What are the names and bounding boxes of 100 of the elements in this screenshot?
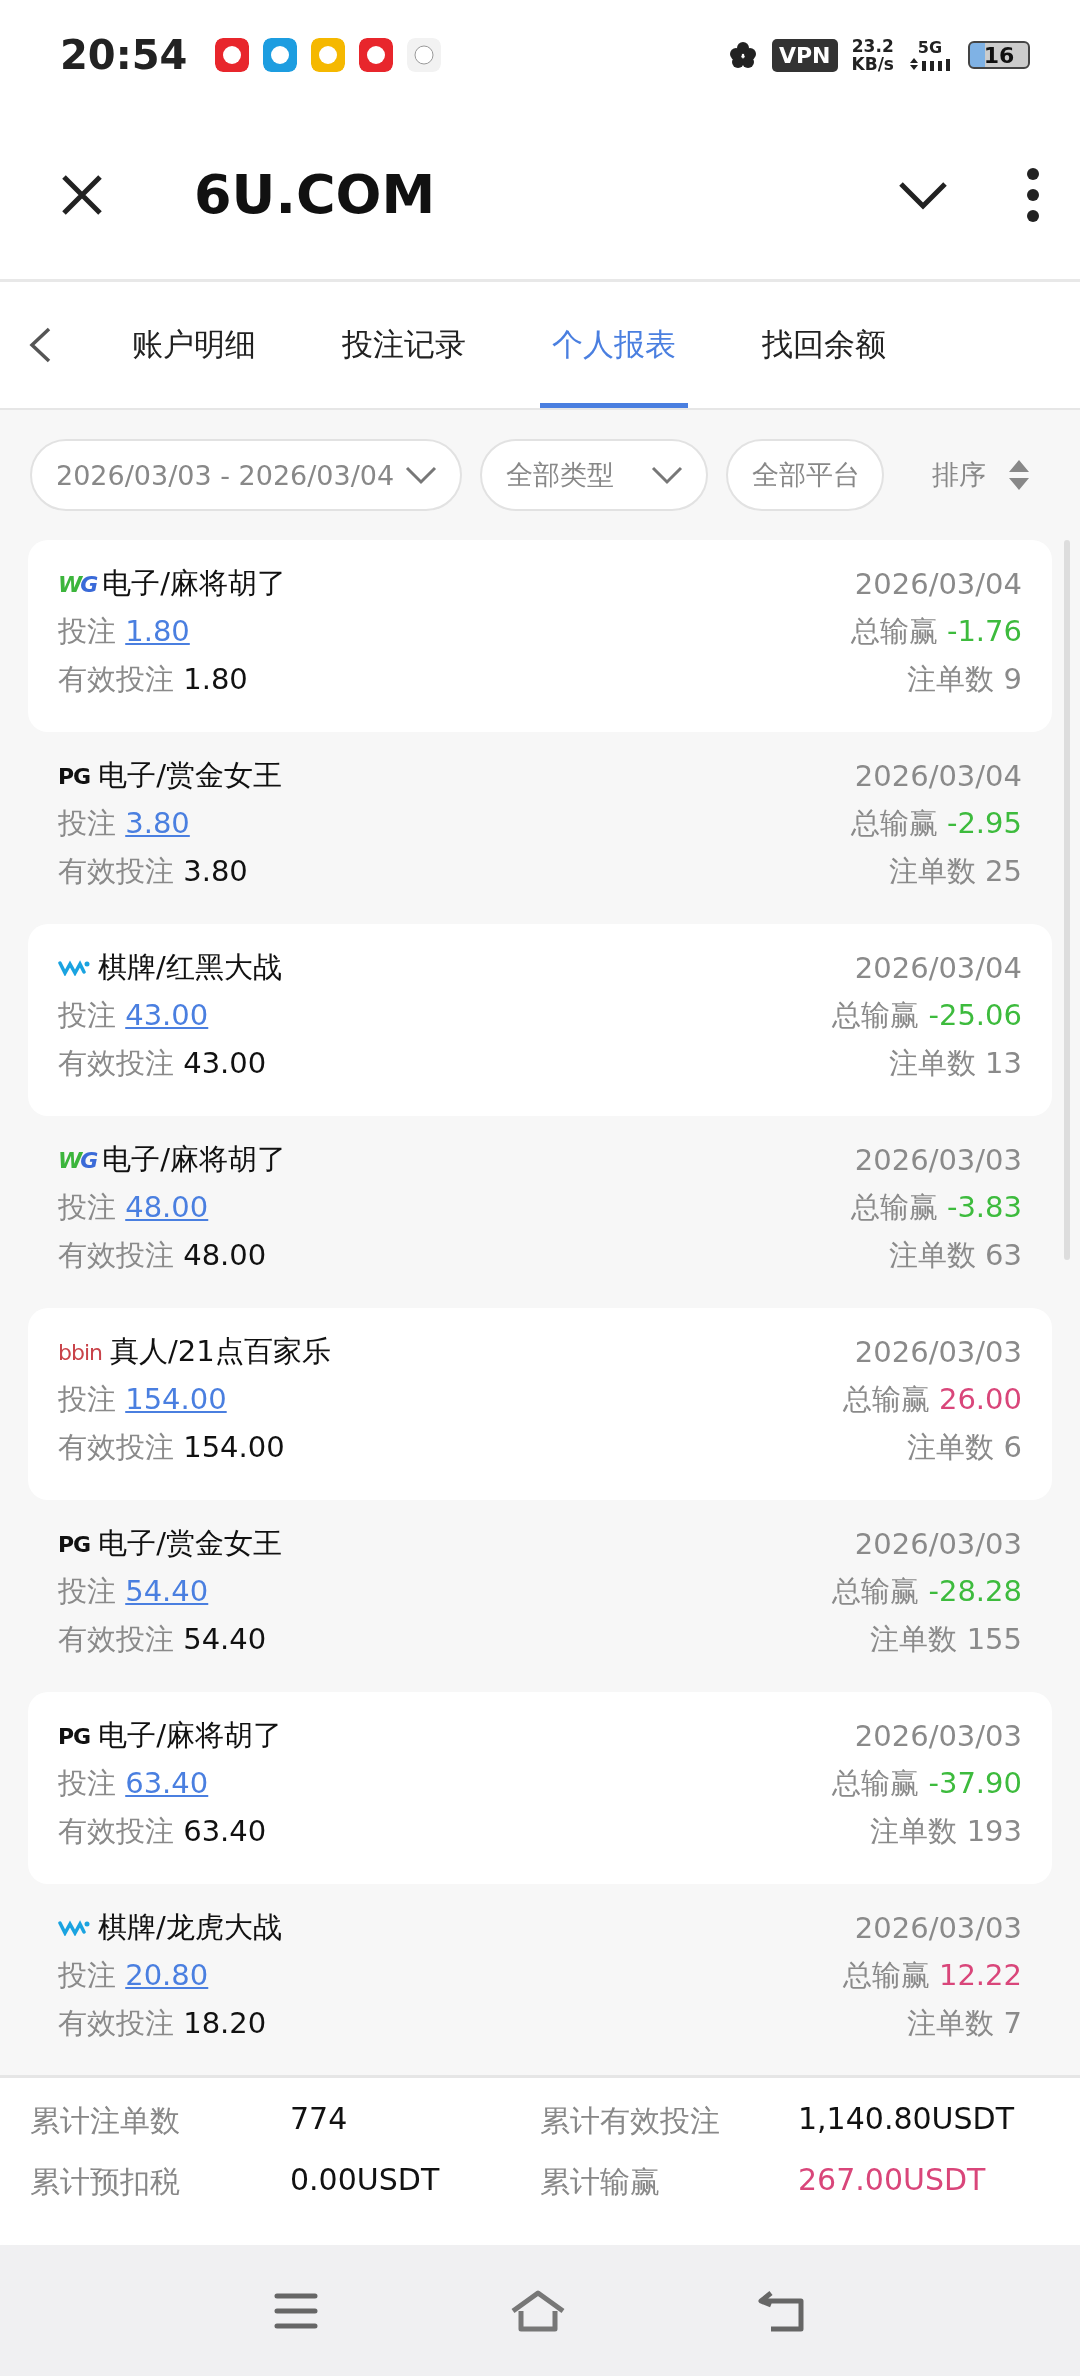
dropdown-button[interactable]: [898, 179, 948, 210]
game-name: 电子/赏金女王: [98, 1525, 282, 1562]
record-date: 2026/03/03: [853, 1527, 1022, 1561]
caret-icon: [404, 465, 439, 485]
valid-bet-amount: 48.00: [183, 1238, 267, 1272]
game-name: 棋牌/红黑大战: [98, 949, 282, 986]
valid-bet-label: 有效投注: [58, 1430, 175, 1464]
order-count: 注单数 9: [906, 661, 1022, 698]
winloss-amount: -37.90: [928, 1766, 1022, 1800]
valid-bet-label: 有效投注: [58, 2006, 175, 2040]
record-date: 2026/03/04: [853, 951, 1022, 985]
home-button[interactable]: [509, 2288, 567, 2333]
scrollbar[interactable]: [1064, 540, 1070, 1260]
valid-bet-amount: 3.80: [183, 854, 248, 888]
bet-amount-link[interactable]: 54.40: [125, 1574, 209, 1608]
provider-logo: PG: [58, 1531, 91, 1557]
bet-amount-link[interactable]: 3.80: [125, 806, 190, 840]
valid-bet-amount: 18.20: [183, 2006, 267, 2040]
summary-value: 1,140.80USDT: [798, 2100, 1016, 2138]
summary-label: 累计输赢: [540, 2162, 661, 2201]
valid-bet-amount: 1.80: [183, 662, 248, 696]
filter-dropdown[interactable]: 全部类型: [480, 439, 709, 511]
bet-label: 投注: [58, 614, 117, 648]
sort-button[interactable]: 排序: [908, 439, 1030, 511]
summary-label: 累计预扣税: [30, 2162, 181, 2201]
valid-bet-label: 有效投注: [58, 1622, 175, 1656]
winloss-label: 总输赢: [850, 614, 939, 648]
order-count: 注单数 193: [869, 1813, 1022, 1850]
summary-label: 累计有效投注: [540, 2101, 721, 2140]
summary-label: 累计注单数: [30, 2101, 181, 2140]
wave-logo-icon: [58, 960, 90, 976]
bet-amount-link[interactable]: 43.00: [125, 998, 209, 1032]
battery-level: 16: [968, 41, 1030, 69]
more-button[interactable]: [1026, 167, 1040, 222]
valid-bet-label: 有效投注: [58, 1238, 175, 1272]
game-name: 电子/麻将胡了: [102, 1141, 287, 1178]
bet-amount-link[interactable]: 63.40: [125, 1766, 209, 1800]
tab[interactable]: 找回余额: [750, 282, 898, 408]
winloss-label: 总输赢: [842, 1958, 931, 1992]
valid-bet-amount: 43.00: [183, 1046, 267, 1080]
winloss-label: 总输赢: [832, 1766, 921, 1800]
bet-label: 投注: [58, 1958, 117, 1992]
valid-bet-label: 有效投注: [58, 1814, 175, 1848]
provider-logo: bbin: [58, 1339, 102, 1365]
winloss-label: 总输赢: [842, 1382, 931, 1416]
app-notification-icon: [359, 38, 394, 72]
app-notification-icon: [263, 38, 298, 72]
bet-label: 投注: [58, 1190, 117, 1224]
bet-amount-link[interactable]: 48.00: [125, 1190, 209, 1224]
winloss-amount: -2.95: [946, 806, 1022, 840]
bet-label: 投注: [58, 1382, 117, 1416]
valid-bet-label: 有效投注: [58, 662, 175, 696]
order-count: 注单数 155: [869, 1621, 1022, 1658]
summary-value: 774: [290, 2100, 349, 2138]
winloss-amount: -25.06: [928, 998, 1022, 1032]
record-date: 2026/03/03: [853, 1911, 1022, 1945]
bet-amount-link[interactable]: 1.80: [125, 614, 190, 648]
bet-label: 投注: [58, 998, 117, 1032]
game-name: 电子/麻将胡了: [102, 565, 287, 602]
winloss-amount: -28.28: [928, 1574, 1022, 1608]
summary-value: 267.00USDT: [798, 2161, 987, 2199]
speed-unit: KB/s: [851, 55, 894, 73]
valid-bet-label: 有效投注: [58, 854, 175, 888]
winloss-amount: 12.22: [938, 1958, 1022, 1992]
bet-amount-link[interactable]: 154.00: [125, 1382, 227, 1416]
back-nav-button[interactable]: [757, 2288, 807, 2333]
clock-time: 20:54: [60, 32, 188, 78]
provider-logo: PG: [58, 1723, 91, 1749]
valid-bet-amount: 154.00: [183, 1430, 285, 1464]
provider-logo: PG: [58, 763, 91, 789]
filter-dropdown[interactable]: 全部平台: [726, 439, 885, 511]
game-name: 电子/麻将胡了: [98, 1717, 282, 1754]
app-notification-icon: [311, 38, 346, 72]
menu-button[interactable]: [273, 2291, 319, 2330]
winloss-label: 总输赢: [832, 998, 921, 1032]
tab[interactable]: 账户明细: [120, 282, 268, 408]
provider-logo: WG: [58, 571, 97, 597]
valid-bet-amount: 63.40: [183, 1814, 267, 1848]
network-type: 5G: [917, 39, 943, 57]
tab[interactable]: 个人报表: [540, 282, 688, 408]
order-count: 注单数 13: [887, 1045, 1022, 1082]
wave-logo-icon: [58, 1920, 90, 1936]
signal-icon: [908, 57, 952, 71]
filter-dropdown[interactable]: 2026/03/03 - 2026/03/04: [30, 439, 463, 511]
tab[interactable]: 投注记录: [330, 282, 478, 408]
game-name: 电子/赏金女王: [98, 757, 282, 794]
game-name: 真人/21点百家乐: [110, 1333, 331, 1370]
winloss-amount: -3.83: [946, 1190, 1022, 1224]
network-speed: 23.2: [851, 37, 894, 55]
game-name: 棋牌/龙虎大战: [98, 1909, 282, 1946]
record-date: 2026/03/04: [853, 759, 1022, 793]
back-icon: [28, 327, 52, 363]
app-notification-icon: [407, 38, 442, 72]
record-date: 2026/03/03: [853, 1143, 1022, 1177]
app-notification-icon: [215, 38, 250, 72]
record-date: 2026/03/03: [853, 1335, 1022, 1369]
bet-amount-link[interactable]: 20.80: [125, 1958, 209, 1992]
winloss-label: 总输赢: [850, 1190, 939, 1224]
order-count: 注单数 25: [887, 853, 1022, 890]
vpn-badge: VPN: [771, 38, 838, 72]
